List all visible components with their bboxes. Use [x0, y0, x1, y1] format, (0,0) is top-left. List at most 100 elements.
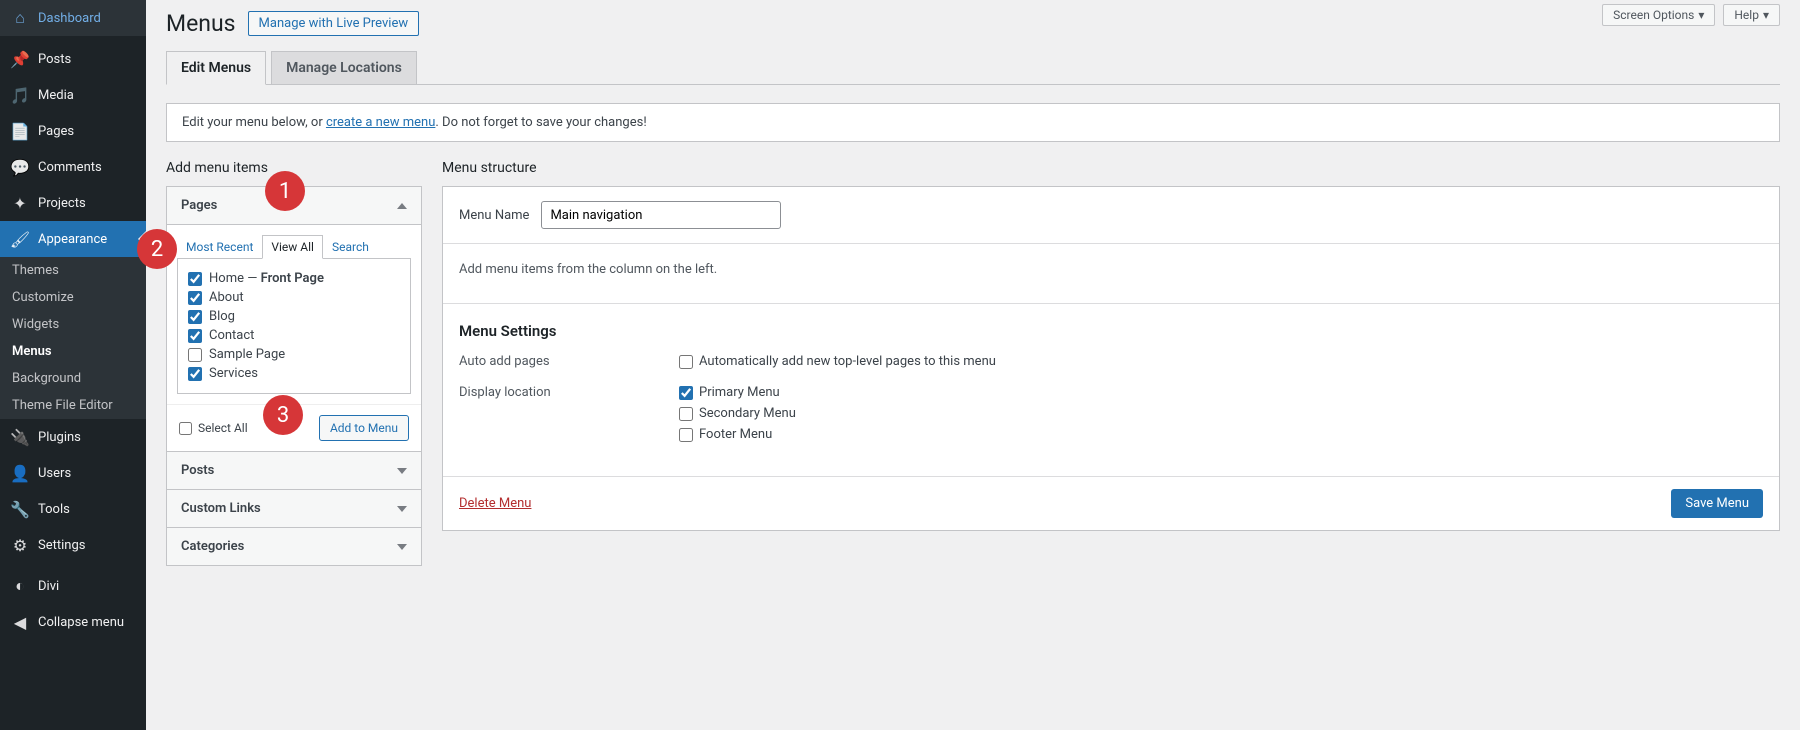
sidebar-item-dashboard[interactable]: ⌂Dashboard	[0, 0, 146, 36]
page-item[interactable]: Blog	[188, 307, 400, 326]
sidebar-item-media[interactable]: 🎵Media	[0, 77, 146, 113]
page-item-checkbox[interactable]	[188, 272, 202, 286]
page-header: Menus Manage with Live Preview	[166, 10, 1780, 37]
subitem-themes[interactable]: Themes	[0, 257, 146, 284]
subitem-theme-file-editor[interactable]: Theme File Editor	[0, 392, 146, 419]
page-item-checkbox[interactable]	[188, 348, 202, 362]
auto-add-option[interactable]: Automatically add new top-level pages to…	[679, 354, 996, 369]
sidebar-item-pages[interactable]: 📄Pages	[0, 113, 146, 149]
select-all-label[interactable]: Select All	[179, 421, 248, 435]
annotation-badge-1: 1	[265, 171, 305, 211]
sidebar-item-comments[interactable]: 💬Comments	[0, 149, 146, 185]
location-secondary-checkbox[interactable]	[679, 407, 693, 421]
option-text: Automatically add new top-level pages to…	[699, 354, 996, 369]
sidebar-item-label: Plugins	[38, 430, 81, 445]
divi-icon: ◐	[10, 576, 30, 596]
sidebar-item-collapse[interactable]: ◀Collapse menu	[0, 604, 146, 640]
admin-sidebar: ⌂Dashboard 📌 Posts 🎵Media 📄Pages 💬Comment…	[0, 0, 146, 730]
page-item-checkbox[interactable]	[188, 291, 202, 305]
page-item[interactable]: Home — Front Page	[188, 269, 400, 288]
panel-categories-header[interactable]: Categories	[167, 528, 421, 565]
annotation-badge-3: 3	[263, 395, 303, 435]
subitem-widgets[interactable]: Widgets	[0, 311, 146, 338]
page-item[interactable]: Services	[188, 364, 400, 383]
sidebar-item-label: Divi	[38, 579, 59, 594]
subtab-search[interactable]: Search	[323, 235, 378, 259]
menu-name-label: Menu Name	[459, 208, 529, 223]
display-location-label: Display location	[459, 385, 679, 448]
page-title: Menus	[166, 10, 236, 37]
sidebar-item-label: Appearance	[38, 232, 107, 247]
panel-posts-header[interactable]: Posts	[167, 452, 421, 489]
chevron-down-icon	[397, 506, 407, 512]
sidebar-item-label: Settings	[38, 538, 85, 553]
chevron-down-icon: ▾	[1698, 8, 1704, 22]
live-preview-button[interactable]: Manage with Live Preview	[248, 11, 420, 36]
page-item[interactable]: About	[188, 288, 400, 307]
sidebar-item-label: Dashboard	[38, 11, 101, 26]
sidebar-item-appearance[interactable]: 🖌Appearance	[0, 221, 146, 257]
info-notice: Edit your menu below, or create a new me…	[166, 103, 1780, 142]
annotation-badge-2: 2	[137, 229, 177, 269]
page-item-label: Sample Page	[209, 347, 285, 362]
location-footer[interactable]: Footer Menu	[679, 427, 796, 442]
sidebar-item-tools[interactable]: 🔧 Tools	[0, 491, 146, 527]
sidebar-item-label: Comments	[38, 160, 102, 175]
sidebar-item-projects[interactable]: ✦Projects	[0, 185, 146, 221]
page-item-checkbox[interactable]	[188, 367, 202, 381]
button-label: Help	[1734, 8, 1759, 22]
auto-add-checkbox[interactable]	[679, 355, 693, 369]
menu-name-input[interactable]	[541, 201, 781, 229]
users-icon: 👤	[10, 463, 30, 483]
sidebar-item-divi[interactable]: ◐ Divi	[0, 568, 146, 604]
menu-name-row: Menu Name	[443, 187, 1779, 244]
delete-menu-link[interactable]: Delete Menu	[459, 496, 531, 511]
location-secondary[interactable]: Secondary Menu	[679, 406, 796, 421]
pin-icon: 📌	[10, 49, 30, 69]
sidebar-item-posts[interactable]: 📌 Posts	[0, 41, 146, 77]
option-text: Footer Menu	[699, 427, 772, 442]
save-menu-button[interactable]: Save Menu	[1671, 489, 1763, 518]
subitem-menus[interactable]: Menus	[0, 338, 146, 365]
pages-subtabs: Most Recent View All Search	[167, 225, 421, 259]
sidebar-item-users[interactable]: 👤 Users	[0, 455, 146, 491]
screen-options-button[interactable]: Screen Options ▾	[1602, 4, 1715, 26]
create-menu-link[interactable]: create a new menu	[326, 115, 435, 130]
sidebar-item-label: Tools	[38, 502, 70, 517]
chevron-up-icon	[397, 203, 407, 209]
page-item[interactable]: Contact	[188, 326, 400, 345]
page-item-checkbox[interactable]	[188, 329, 202, 343]
page-item[interactable]: Sample Page	[188, 345, 400, 364]
select-all-checkbox[interactable]	[179, 422, 192, 435]
location-footer-checkbox[interactable]	[679, 428, 693, 442]
nav-tabs: Edit Menus Manage Locations	[166, 51, 1780, 85]
main-content: Screen Options ▾ Help ▾ Menus Manage wit…	[146, 0, 1800, 730]
tools-icon: 🔧	[10, 499, 30, 519]
notice-text: Edit your menu below, or	[182, 115, 326, 130]
tab-manage-locations[interactable]: Manage Locations	[271, 51, 417, 85]
panel-custom-links-header[interactable]: Custom Links	[167, 490, 421, 527]
page-item-checkbox[interactable]	[188, 310, 202, 324]
sidebar-item-settings[interactable]: ⚙ Settings	[0, 527, 146, 563]
settings-icon: ⚙	[10, 535, 30, 555]
subtab-most-recent[interactable]: Most Recent	[177, 235, 262, 259]
sidebar-item-label: Media	[38, 88, 74, 103]
chevron-down-icon: ▾	[1763, 8, 1769, 22]
top-right-controls: Screen Options ▾ Help ▾	[1602, 4, 1780, 26]
menu-settings: Menu Settings Auto add pages Automatical…	[443, 304, 1779, 476]
sidebar-item-plugins[interactable]: 🔌Plugins	[0, 419, 146, 455]
menu-footer: Delete Menu Save Menu	[443, 476, 1779, 530]
pages-icon: 📄	[10, 121, 30, 141]
sidebar-item-label: Posts	[38, 52, 71, 67]
location-primary[interactable]: Primary Menu	[679, 385, 796, 400]
add-to-menu-button[interactable]: Add to Menu	[319, 415, 409, 441]
subtab-view-all[interactable]: View All	[262, 235, 323, 259]
subitem-background[interactable]: Background	[0, 365, 146, 392]
tab-edit-menus[interactable]: Edit Menus	[166, 51, 266, 85]
location-primary-checkbox[interactable]	[679, 386, 693, 400]
sidebar-item-label: Users	[38, 466, 71, 481]
chevron-down-icon	[397, 544, 407, 550]
help-button[interactable]: Help ▾	[1723, 4, 1780, 26]
appearance-submenu: Themes Customize Widgets Menus Backgroun…	[0, 257, 146, 419]
subitem-customize[interactable]: Customize	[0, 284, 146, 311]
